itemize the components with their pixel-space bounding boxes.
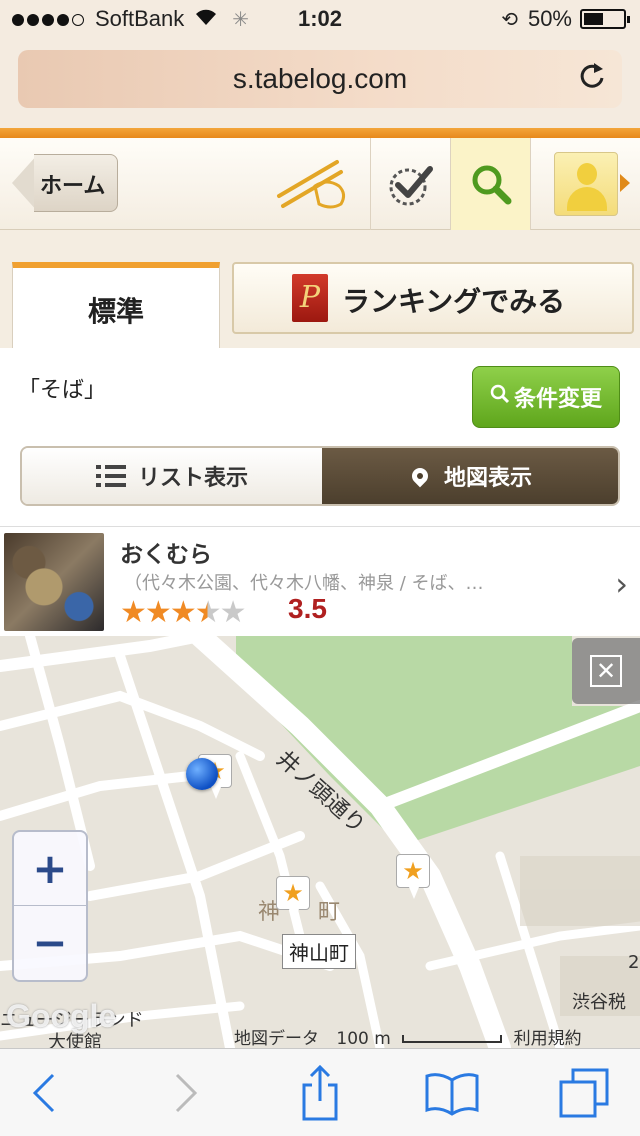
tabs-icon[interactable] (544, 1063, 624, 1123)
forward-icon[interactable] (146, 1063, 226, 1123)
search-query: 「そば」 (18, 378, 107, 403)
battery-icon (580, 9, 630, 29)
map-canvas (0, 636, 640, 1048)
tab-ranking[interactable]: P ランキングでみる (232, 262, 634, 334)
terms-link[interactable]: 利用規約 (514, 1029, 582, 1048)
restaurant-card[interactable]: おくむら （代々木公園、代々木八幡、神泉 / そば、… ★★★★★ 3.5 › (0, 526, 640, 636)
zoom-in-button[interactable]: + (14, 832, 86, 906)
rating-stars: ★★★★★ (120, 595, 247, 630)
share-icon[interactable] (280, 1063, 360, 1123)
change-conditions-label: 条件変更 (513, 387, 602, 412)
restaurant-details: （代々木公園、代々木八幡、神泉 / そば、… (124, 573, 484, 594)
star-icon: ★ (144, 595, 172, 630)
map-view-label: 地図表示 (443, 466, 532, 491)
search-controls: 「そば」 条件変更 リスト表示 地図表示 (0, 348, 640, 526)
scale-bar (402, 1035, 503, 1043)
google-watermark: Google (6, 998, 117, 1034)
tab-standard[interactable]: 標準 (12, 262, 220, 348)
tab-standard-label: 標準 (87, 295, 144, 328)
chopsticks-icon[interactable] (268, 138, 358, 230)
star-icon: ★ (169, 595, 197, 630)
station-label: 神山町 (282, 934, 356, 969)
map-marker[interactable]: ★ (396, 854, 430, 899)
map-view-button[interactable]: 地図表示 (322, 448, 618, 504)
user-icon[interactable] (530, 138, 640, 230)
home-button[interactable]: ホーム (12, 154, 118, 212)
list-view-button[interactable]: リスト表示 (22, 448, 322, 504)
tab-bar: 標準 P ランキングでみる (0, 230, 640, 348)
chevron-right-icon: › (615, 565, 628, 603)
browser-toolbar (0, 1048, 640, 1136)
zoom-control: + − (12, 830, 88, 982)
ranking-logo-icon: P (292, 274, 328, 322)
app-header: ホーム (0, 138, 640, 230)
bookmarks-icon[interactable] (412, 1063, 492, 1123)
list-view-label: リスト表示 (137, 466, 248, 491)
back-icon[interactable] (4, 1063, 84, 1123)
close-map-button[interactable]: ✕ (572, 638, 640, 704)
tab-ranking-label: ランキングでみる (342, 285, 566, 318)
close-icon: ✕ (590, 655, 622, 687)
search-icon[interactable] (450, 138, 530, 230)
chevron-right-icon (620, 174, 630, 192)
map-place-label: 2 (628, 952, 640, 973)
battery-percent: 50% (527, 6, 572, 31)
reload-icon[interactable] (578, 60, 606, 98)
current-location-icon (186, 758, 218, 790)
home-button-label: ホーム (40, 174, 106, 199)
list-icon (95, 460, 126, 492)
star-icon: ★ (219, 595, 247, 630)
rotation-lock-icon: ⟲ (501, 8, 518, 31)
status-bar: SoftBank ✳ 1:02 ⟲ 50% (0, 0, 640, 40)
checkmark-icon[interactable] (370, 138, 450, 230)
map-place-label: 渋谷税 (572, 992, 626, 1013)
scale-label: 100 m (336, 1029, 391, 1048)
browser-address-area: s.tabelog.com (0, 40, 640, 128)
map-view[interactable]: ✕ 井ノ頭通り 神 町 神山町 ★ ★ ★ + − ニュージーランド 大使館 渋… (0, 636, 640, 1048)
star-icon: ★ (120, 595, 147, 630)
search-icon (490, 384, 510, 410)
view-toggle: リスト表示 地図表示 (20, 446, 620, 506)
change-conditions-button[interactable]: 条件変更 (472, 366, 620, 428)
rating-score: 3.5 (288, 593, 327, 624)
map-marker[interactable]: ★ (276, 876, 310, 921)
address-bar[interactable]: s.tabelog.com (18, 50, 622, 108)
restaurant-name: おくむら (120, 542, 212, 568)
restaurant-photo (4, 533, 104, 631)
map-pin-icon (408, 464, 432, 488)
star-icon: ★ (194, 595, 222, 630)
district-label-2: 町 (318, 900, 341, 925)
url-text[interactable]: s.tabelog.com (18, 63, 622, 95)
map-footer: 地図データ 100 m 利用規約 (234, 1024, 582, 1048)
map-data-link[interactable]: 地図データ (234, 1029, 319, 1048)
header-accent-line (0, 128, 640, 138)
zoom-out-button[interactable]: − (14, 906, 86, 980)
